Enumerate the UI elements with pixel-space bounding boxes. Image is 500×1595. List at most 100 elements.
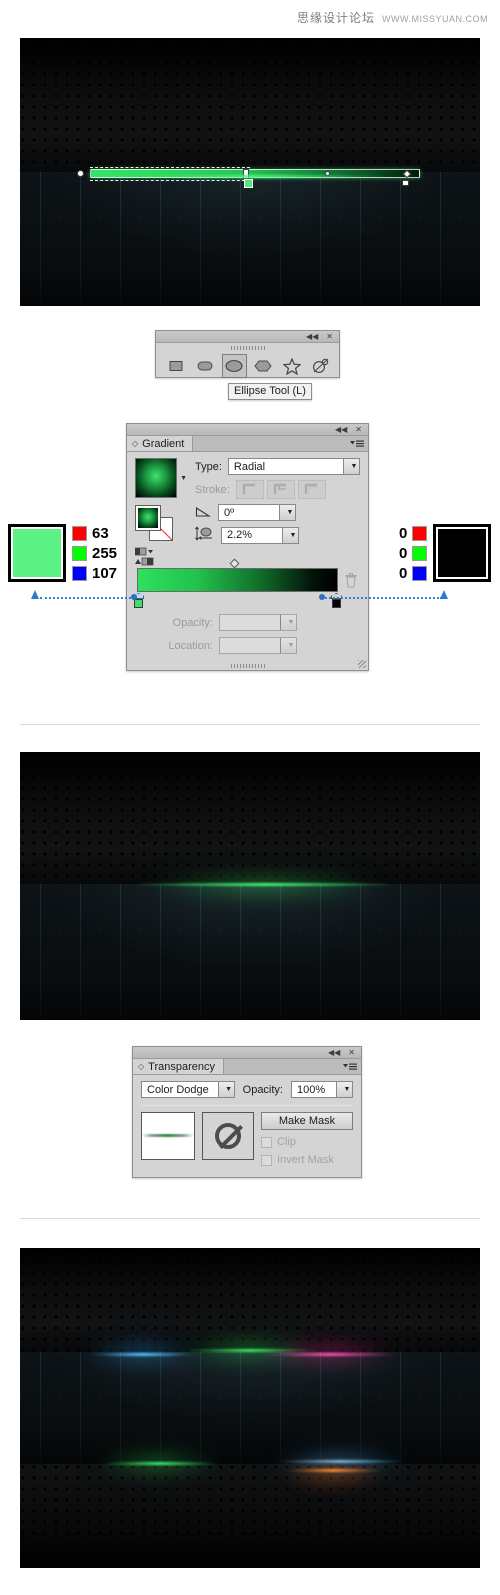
- perforated-band-upper: [20, 1248, 480, 1352]
- gradient-stop-fields: Opacity: ▼ Location: ▼: [135, 614, 360, 654]
- tab-toggle-icon: ◇: [138, 1062, 145, 1071]
- rectangle-tool-icon[interactable]: [164, 354, 189, 378]
- left-color-callout: 63 255 107: [8, 524, 117, 582]
- location-input[interactable]: ▼: [219, 637, 297, 654]
- clip-checkbox-row[interactable]: Clip: [261, 1136, 353, 1148]
- clip-checkbox[interactable]: [261, 1136, 272, 1148]
- shape-tools-flyout-panel[interactable]: ◀◀ ✕: [155, 330, 340, 378]
- watermark: 思缘设计论坛 WWW.MISSYUAN.COM: [297, 9, 488, 26]
- gradient-slider[interactable]: [133, 558, 360, 608]
- gradient-preview-column: ▼: [135, 458, 187, 566]
- panel-menu-icon[interactable]: [343, 1059, 361, 1074]
- object-thumbnail[interactable]: [141, 1112, 195, 1160]
- gradient-reverse-icons[interactable]: [135, 547, 187, 566]
- chevron-down-icon[interactable]: ▼: [336, 1082, 352, 1097]
- blue-chip-icon: [72, 565, 87, 581]
- perforated-band-upper: [20, 38, 480, 172]
- mask-controls: Make Mask Clip Invert Mask: [261, 1112, 353, 1166]
- ellipse-tool-icon[interactable]: [221, 354, 247, 378]
- chevron-down-icon[interactable]: ▼: [282, 527, 298, 543]
- rgb-row-r: 63: [72, 525, 117, 542]
- delete-stop-icon[interactable]: [344, 572, 358, 591]
- close-icon[interactable]: ✕: [348, 1048, 355, 1057]
- opacity-input[interactable]: 100% ▼: [291, 1081, 353, 1098]
- stroke-across-icon[interactable]: [297, 480, 326, 499]
- tools-row: [156, 352, 339, 378]
- blend-mode-select[interactable]: Color Dodge ▼: [141, 1081, 235, 1098]
- chevron-down-icon[interactable]: ▼: [279, 505, 295, 520]
- make-mask-button[interactable]: Make Mask: [261, 1112, 353, 1130]
- right-color-callout: 0 0 0: [399, 524, 492, 582]
- angle-icon: [195, 504, 212, 521]
- angle-value: 0º: [224, 506, 235, 519]
- connector-right-dot: [319, 594, 325, 600]
- stroke-within-icon[interactable]: [235, 480, 264, 499]
- close-icon[interactable]: ✕: [355, 425, 362, 434]
- opacity-input[interactable]: ▼: [219, 614, 297, 631]
- red-chip-icon: [72, 525, 87, 541]
- tab-gradient[interactable]: ◇ Gradient: [127, 436, 194, 451]
- opacity-label: Opacity:: [172, 616, 213, 629]
- connector-left-arrow: [31, 590, 39, 599]
- aspect-ratio-icon: [195, 526, 215, 544]
- chevron-down-icon[interactable]: ▼: [217, 1082, 234, 1097]
- connector-right: [322, 597, 442, 599]
- fill-swatch-gradient[interactable]: [135, 505, 161, 531]
- collapse-icon[interactable]: ◀◀: [306, 332, 318, 341]
- aspect-ratio-input[interactable]: 2.2% ▼: [221, 526, 299, 544]
- type-value: Radial: [233, 460, 266, 473]
- opacity-value: 100%: [297, 1083, 326, 1096]
- polygon-tool-icon[interactable]: [251, 354, 276, 378]
- panel-divider: [141, 1105, 353, 1106]
- fill-stroke-swatches[interactable]: [135, 505, 179, 541]
- aspect-row: 2.2% ▼: [195, 526, 360, 544]
- stroke-along-icon[interactable]: [266, 480, 295, 499]
- hexagon-band-middle: [20, 1352, 480, 1464]
- rgb-row-g: 255: [72, 545, 117, 562]
- stroke-row: Stroke:: [195, 480, 360, 499]
- close-icon[interactable]: ✕: [326, 332, 333, 341]
- watermark-cn-text: 思缘设计论坛: [296, 11, 375, 25]
- rgb-row-g: 0: [399, 545, 428, 562]
- rounded-rectangle-tool-icon[interactable]: [193, 354, 218, 378]
- transparency-panel[interactable]: ◀◀ ✕ ◇ Transparency Color Dodge ▼ Opacit…: [132, 1046, 362, 1178]
- tab-gradient-label: Gradient: [142, 437, 185, 450]
- blend-mode-value: Color Dodge: [147, 1083, 209, 1096]
- invert-mask-checkbox[interactable]: [261, 1154, 272, 1166]
- panel-menu-icon[interactable]: [350, 436, 368, 451]
- chevron-down-icon[interactable]: ▼: [343, 459, 359, 474]
- tools-panel-titlebar: ◀◀ ✕: [156, 331, 339, 343]
- gradient-preview-thumbnail[interactable]: [135, 458, 178, 498]
- gradient-fields-column: Type: Radial ▼ Stroke: 0º ▼ 2.2% ▼: [195, 458, 360, 566]
- green-color-swatch: [8, 524, 66, 582]
- connector-right-arrow: [440, 590, 448, 599]
- collapse-icon[interactable]: ◀◀: [335, 425, 347, 434]
- type-select[interactable]: Radial ▼: [227, 458, 360, 475]
- tools-drag-grip[interactable]: [156, 343, 339, 352]
- gradient-preset-dropdown-icon[interactable]: ▼: [180, 475, 187, 482]
- invert-mask-label: Invert Mask: [277, 1154, 334, 1166]
- gradient-stop-right[interactable]: [331, 593, 342, 608]
- chevron-down-icon[interactable]: ▼: [280, 638, 296, 653]
- star-tool-icon[interactable]: [279, 354, 304, 378]
- mask-row: Make Mask Clip Invert Mask: [141, 1112, 353, 1166]
- flare-tool-icon[interactable]: [308, 354, 333, 378]
- tab-transparency[interactable]: ◇ Transparency: [133, 1059, 224, 1074]
- gradient-ramp[interactable]: [133, 568, 342, 608]
- resize-grip[interactable]: [358, 660, 366, 668]
- angle-input[interactable]: 0º ▼: [218, 504, 296, 521]
- chevron-down-icon[interactable]: ▼: [280, 615, 296, 630]
- blend-opacity-row: Color Dodge ▼ Opacity: 100% ▼: [141, 1081, 353, 1098]
- gradient-panel[interactable]: ◀◀ ✕ ◇ Gradient ▼ Type: Radial ▼ Stroke:…: [126, 423, 369, 671]
- blue-value: 0: [399, 564, 408, 582]
- stroke-label: Stroke:: [195, 483, 230, 496]
- artwork-top: [20, 38, 480, 306]
- hexagon-band-lower: [20, 884, 480, 1020]
- watermark-url-text: WWW.MISSYUAN.COM: [382, 14, 488, 24]
- invert-mask-checkbox-row[interactable]: Invert Mask: [261, 1154, 353, 1166]
- green-value: 255: [92, 544, 118, 562]
- mask-thumbnail[interactable]: [202, 1112, 254, 1160]
- tab-toggle-icon: ◇: [132, 439, 139, 448]
- collapse-icon[interactable]: ◀◀: [328, 1048, 340, 1057]
- stroke-gradient-buttons[interactable]: [235, 480, 326, 499]
